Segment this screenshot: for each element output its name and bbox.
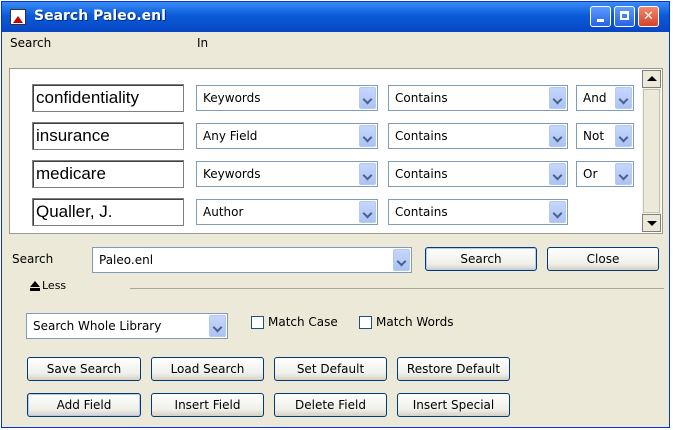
boolean-select[interactable]: Not [576,123,634,149]
boolean-select[interactable]: And [576,85,634,111]
field-select[interactable]: Author [196,199,378,225]
chevron-down-icon[interactable] [393,249,410,271]
minimize-icon [597,19,604,22]
search-criteria-panel: confidentiality Keywords Contains And in… [9,68,663,234]
chevron-down-icon[interactable] [615,87,632,109]
scroll-thumb[interactable] [643,89,660,213]
chevron-down-icon[interactable] [359,87,376,109]
search-button[interactable]: Search [425,247,537,271]
set-default-button[interactable]: Set Default [274,357,387,381]
close-window-button[interactable]: ✕ [638,6,659,27]
operator-select-value: Contains [395,91,448,105]
scroll-down-icon[interactable] [642,214,661,232]
add-field-button[interactable]: Add Field [27,393,141,417]
field-select-value: Keywords [203,167,261,181]
field-select[interactable]: Keywords [196,161,378,187]
chevron-down-icon[interactable] [549,201,566,223]
insert-field-button[interactable]: Insert Field [151,393,264,417]
maximize-button[interactable] [614,6,635,27]
field-select-value: Keywords [203,91,261,105]
field-select[interactable]: Any Field [196,123,378,149]
match-words-checkbox[interactable] [359,316,372,329]
title-bar[interactable]: Search Paleo.enl ✕ [2,2,669,32]
chevron-down-icon[interactable] [615,125,632,147]
search-term-input[interactable]: medicare [32,160,184,188]
close-button[interactable]: Close [547,247,659,271]
delete-field-button[interactable]: Delete Field [274,393,387,417]
restore-default-button[interactable]: Restore Default [397,357,510,381]
boolean-select[interactable]: Or [576,161,634,187]
chevron-down-icon[interactable] [549,125,566,147]
search-column-header: Search [10,36,52,50]
library-select[interactable]: Paleo.enl [92,247,412,273]
match-case-checkbox[interactable] [251,316,264,329]
minimize-button[interactable] [590,6,611,27]
search-term-input[interactable]: Qualler, J. [32,198,184,226]
scope-select-value: Search Whole Library [33,319,162,333]
maximize-icon [620,11,629,20]
operator-select[interactable]: Contains [388,161,568,187]
operator-select-value: Contains [395,167,448,181]
vertical-scrollbar[interactable] [642,70,661,232]
search-term-input[interactable]: confidentiality [32,84,184,112]
less-toggle[interactable]: Less [42,279,66,292]
library-select-value: Paleo.enl [99,253,154,267]
field-select[interactable]: Keywords [196,85,378,111]
chevron-down-icon[interactable] [359,163,376,185]
chevron-down-icon[interactable] [615,163,632,185]
chevron-down-icon[interactable] [549,87,566,109]
field-select-value: Author [203,205,244,219]
divider [130,288,664,289]
in-column-header: In [197,36,209,50]
boolean-select-value: Not [583,129,605,143]
load-search-button[interactable]: Load Search [151,357,264,381]
boolean-select-value: Or [583,167,598,181]
operator-select-value: Contains [395,129,448,143]
insert-special-button[interactable]: Insert Special [397,393,510,417]
chevron-down-icon[interactable] [549,163,566,185]
scroll-up-icon[interactable] [642,70,661,88]
search-term-input[interactable]: insurance [32,122,184,150]
field-select-value: Any Field [203,129,258,143]
boolean-select-value: And [583,91,607,105]
match-words-label: Match Words [376,315,454,329]
operator-select[interactable]: Contains [388,85,568,111]
chevron-down-icon[interactable] [209,315,226,337]
operator-select[interactable]: Contains [388,199,568,225]
save-search-button[interactable]: Save Search [27,357,141,381]
chevron-down-icon[interactable] [359,201,376,223]
operator-select-value: Contains [395,205,448,219]
match-case-label: Match Case [268,315,338,329]
chevron-down-icon[interactable] [359,125,376,147]
operator-select[interactable]: Contains [388,123,568,149]
search-window: Search Paleo.enl ✕ Search In confidentia… [1,1,670,428]
window-title: Search Paleo.enl [34,8,166,24]
close-icon: ✕ [643,9,654,24]
library-label: Search [12,252,54,266]
scope-select[interactable]: Search Whole Library [26,313,228,339]
app-icon [10,9,26,25]
up-triangle-icon[interactable] [30,281,40,291]
